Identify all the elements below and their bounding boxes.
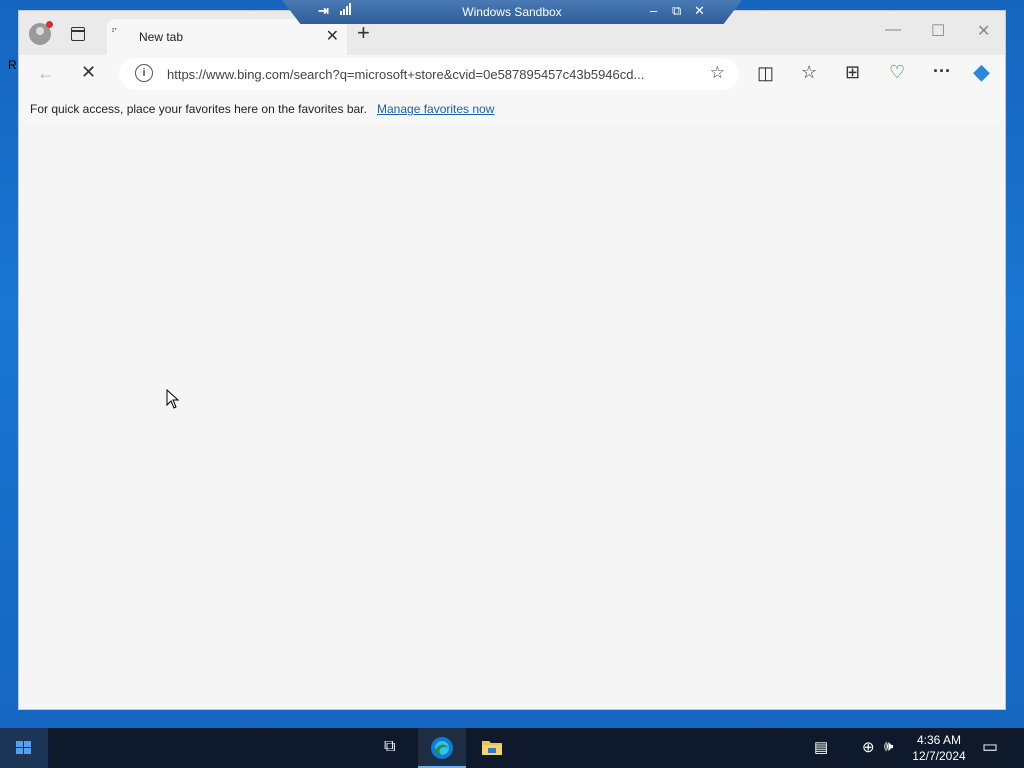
url-text[interactable]: https://www.bing.com/search?q=microsoft+… [167,67,689,82]
volume-icon[interactable]: 🕪 [884,738,893,755]
window-close-button[interactable]: ✕ [977,21,990,41]
folder-icon [482,741,502,755]
task-view-icon: ⧉ [384,738,396,755]
desktop-edge-text: R [8,58,17,72]
network-icon[interactable]: ⊕ [862,738,875,756]
sandbox-minimize-button[interactable]: – [650,3,657,18]
avatar [36,27,44,35]
tab-new-tab[interactable]: ⠋ New tab ✕ [107,19,347,55]
new-tab-button[interactable]: + [357,22,370,44]
clock-date: 12/7/2024 [912,749,966,763]
manage-favorites-link[interactable]: Manage favorites now [377,102,494,116]
window-maximize-button[interactable]: ☐ [931,21,945,41]
windows-logo-icon [16,741,32,755]
address-bar[interactable]: i https://www.bing.com/search?q=microsof… [119,58,739,90]
notification-dot [46,21,53,28]
mouse-cursor-icon [166,388,180,414]
more-options-icon[interactable]: ··· [933,61,951,82]
edge-icon [431,737,453,759]
news-icon[interactable]: ▤ [814,738,828,756]
sandbox-close-button[interactable]: ✕ [694,3,705,19]
tab-actions-button[interactable] [71,27,85,41]
clock-time: 4:36 AM [916,733,962,747]
back-arrow-icon[interactable]: ← [37,63,55,84]
page-content-area[interactable] [19,123,1005,709]
sandbox-restore-button[interactable]: ⧉ [672,3,681,19]
browser-toolbar: ← ✕ i https://www.bing.com/search?q=micr… [19,55,1005,95]
performance-icon[interactable]: ♡ [889,62,905,83]
split-screen-icon[interactable]: ◫ [757,63,774,84]
edge-taskbar-button[interactable] [418,728,466,768]
add-favorite-icon[interactable]: ☆ [710,63,725,83]
favorites-bar: For quick access, place your favorites h… [19,95,1005,124]
stop-loading-icon[interactable]: ✕ [81,62,96,83]
copilot-icon[interactable]: ◆ [973,59,990,85]
taskbar: ⧉ ▤ ⊕ 🕪 4:36 AM 12/7/2024 ▭ [0,728,1024,768]
favorites-bar-message: For quick access, place your favorites h… [30,102,367,116]
tab-label: New tab [139,30,184,44]
start-button[interactable] [0,728,48,768]
favorites-icon[interactable]: ☆ [801,62,817,83]
tab-close-button[interactable]: ✕ [326,26,339,46]
clock[interactable]: 4:36 AM 12/7/2024 [906,732,972,764]
task-view-button[interactable]: ⧉ [368,728,416,768]
site-info-icon[interactable]: i [135,64,153,82]
loading-icon: ⠋ [111,27,118,37]
browser-window: ⠋ New tab ✕ + — ☐ ✕ ← ✕ i https://www.bi… [18,10,1006,710]
profile-button[interactable] [29,21,53,45]
sandbox-connection-bar: ⇥ Windows Sandbox – ⧉ ✕ [282,0,742,24]
notification-center-icon[interactable]: ▭ [982,737,998,757]
window-minimize-button[interactable]: — [885,21,901,39]
collections-icon[interactable]: ⊞ [845,62,860,83]
file-explorer-button[interactable] [468,728,516,768]
